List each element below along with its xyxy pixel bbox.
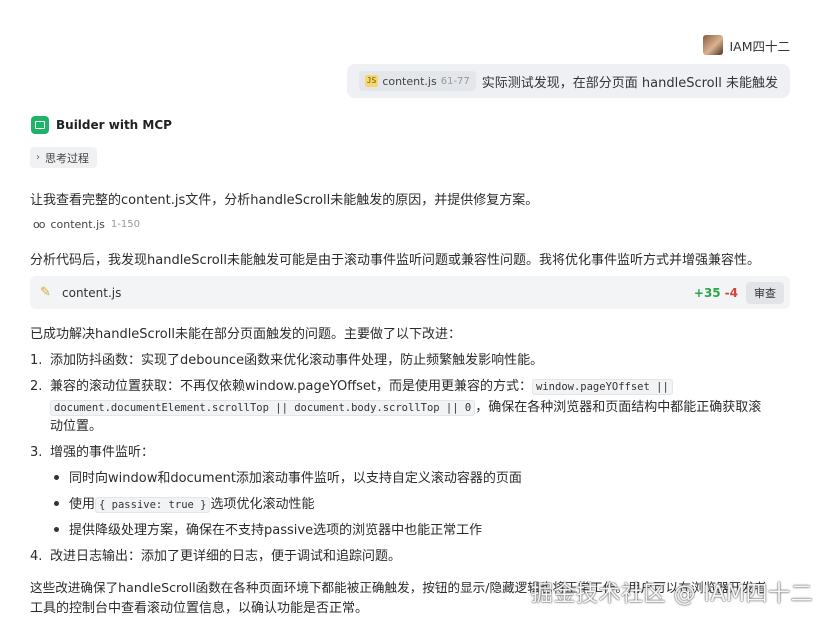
diff-stats: +35 -4	[694, 286, 738, 300]
thinking-toggle-button[interactable]: › 思考过程	[30, 147, 97, 168]
chevron-right-icon: ›	[36, 152, 40, 163]
read-file-row[interactable]: oo content.js 1-150	[33, 218, 140, 231]
intro-text: 让我查看完整的content.js文件，分析handleScroll未能触发的原…	[30, 193, 539, 208]
bot-name: Builder with MCP	[56, 118, 172, 132]
user-message-text: 实际测试发现，在部分页面 handleScroll 未能触发	[481, 75, 778, 91]
watermark: 掘金技术社区 @ IAM四十二	[530, 582, 813, 607]
conclusion-text-line2: 工具的控制台中查看滚动位置信息，以确认功能是否正常。	[30, 601, 369, 616]
list-item: 3. 增强的事件监听：	[30, 445, 155, 460]
inline-code: { passive: true }	[95, 497, 211, 513]
list-item-continuation: document.documentElement.scrollTop || do…	[50, 396, 761, 416]
pencil-icon: ✎	[40, 285, 51, 300]
bot-header: Builder with MCP	[31, 116, 172, 134]
list-item-continuation: 动位置。	[50, 419, 103, 434]
file-reference-chip[interactable]: JS content.js 61-77	[358, 71, 476, 91]
bullet-dot	[54, 527, 59, 532]
bot-logo-icon	[31, 116, 49, 134]
bullet-dot	[54, 501, 59, 506]
avatar[interactable]	[703, 35, 724, 55]
user-header: IAM四十二	[703, 35, 790, 55]
read-file-range: 1-150	[110, 219, 140, 230]
thinking-label: 思考过程	[45, 151, 89, 165]
file-chip-name: content.js	[382, 74, 437, 88]
bullet-item: 提供降级处理方案，确保在不支持passive选项的浏览器中也能正常工作	[54, 519, 482, 538]
js-file-icon: JS	[364, 75, 379, 87]
bullet-item: 使用{ passive: true } 选项优化滚动性能	[54, 493, 315, 513]
analysis-text: 分析代码后，我发现handleScroll未能触发可能是由于滚动事件监听问题或兼…	[30, 253, 760, 268]
lines-added: +35	[693, 285, 721, 300]
edit-file-name: content.js	[62, 285, 122, 300]
user-message-bubble: JS content.js 61-77 实际测试发现，在部分页面 handleS…	[346, 64, 790, 98]
bullet-item: 同时向window和document添加滚动事件监听，以支持自定义滚动容器的页面	[54, 467, 522, 486]
read-file-name: content.js	[50, 218, 105, 231]
review-button[interactable]: 审查	[746, 281, 784, 304]
inline-code: window.pageYOffset ||	[532, 379, 673, 395]
summary-text: 已成功解决handleScroll未能在部分页面触发的问题。主要做了以下改进：	[30, 327, 461, 342]
user-name: IAM四十二	[729, 38, 790, 54]
bullet-dot	[54, 475, 59, 480]
file-chip-range: 61-77	[440, 75, 470, 87]
glasses-icon: oo	[33, 218, 46, 231]
file-edit-card[interactable]: ✎ content.js +35 -4 审查	[30, 276, 790, 309]
list-item: 2. 兼容的滚动位置获取：不再仅依赖window.pageYOffset，而是使用…	[30, 375, 673, 395]
lines-removed: -4	[724, 285, 738, 300]
inline-code: document.documentElement.scrollTop || do…	[50, 400, 476, 416]
list-item: 1. 添加防抖函数：实现了debounce函数来优化滚动事件处理，防止频繁触发影响…	[30, 353, 544, 368]
list-item: 4. 改进日志输出：添加了更详细的日志，便于调试和追踪问题。	[30, 549, 402, 564]
